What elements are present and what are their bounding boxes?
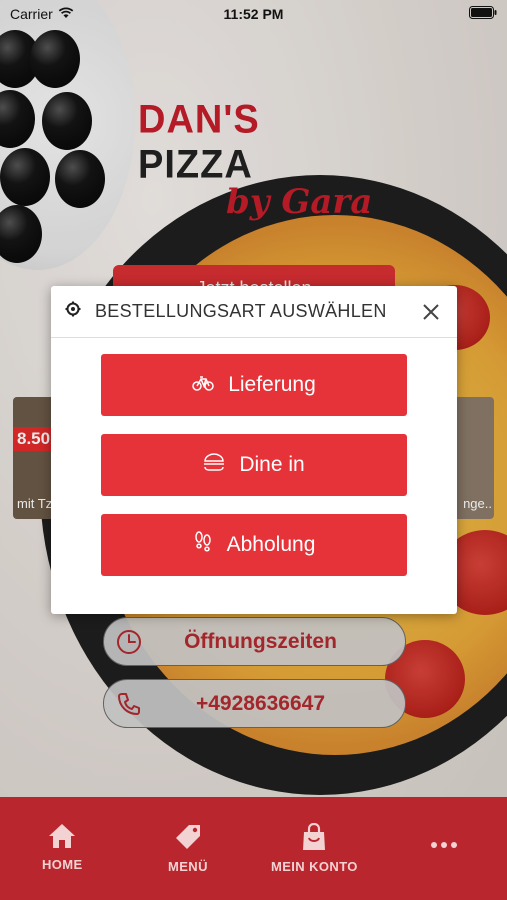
close-icon[interactable] bbox=[419, 300, 443, 324]
dialog-title: BESTELLUNGSART AUSWÄHLEN bbox=[95, 301, 387, 321]
bicycle-icon bbox=[192, 373, 214, 397]
carrier-label: Carrier bbox=[10, 6, 53, 22]
nav-menu-label: MENÜ bbox=[168, 859, 208, 874]
nav-menu[interactable]: MENÜ bbox=[168, 823, 208, 874]
battery-icon bbox=[469, 6, 497, 22]
nav-my-account[interactable]: MEIN KONTO bbox=[271, 822, 358, 874]
pickup-label: Abholung bbox=[226, 533, 316, 556]
delivery-button[interactable]: Lieferung bbox=[101, 354, 407, 416]
bottom-navigation: HOME MENÜ MEIN KONTO bbox=[0, 797, 507, 900]
gear-icon bbox=[65, 301, 81, 322]
delivery-label: Lieferung bbox=[228, 373, 316, 396]
wifi-icon bbox=[58, 6, 74, 22]
nav-home[interactable]: HOME bbox=[42, 823, 83, 872]
dine-in-button[interactable]: Dine in bbox=[101, 434, 407, 496]
order-type-dialog: BESTELLUNGSART AUSWÄHLEN Lieferung Dine … bbox=[51, 286, 457, 614]
home-icon bbox=[48, 823, 76, 852]
nav-more[interactable] bbox=[430, 837, 458, 852]
pickup-button[interactable]: Abholung bbox=[101, 514, 407, 576]
dialog-header: BESTELLUNGSART AUSWÄHLEN bbox=[51, 286, 457, 338]
shopping-bag-icon bbox=[301, 822, 327, 854]
footprints-icon bbox=[193, 531, 213, 559]
burger-icon bbox=[203, 452, 225, 478]
more-icon bbox=[430, 837, 458, 852]
nav-my-account-label: MEIN KONTO bbox=[271, 859, 358, 874]
clock-time: 11:52 PM bbox=[223, 6, 284, 22]
nav-home-label: HOME bbox=[42, 857, 83, 872]
status-bar: Carrier 11:52 PM bbox=[0, 0, 507, 28]
dine-in-label: Dine in bbox=[239, 453, 305, 476]
tag-icon bbox=[174, 823, 202, 854]
